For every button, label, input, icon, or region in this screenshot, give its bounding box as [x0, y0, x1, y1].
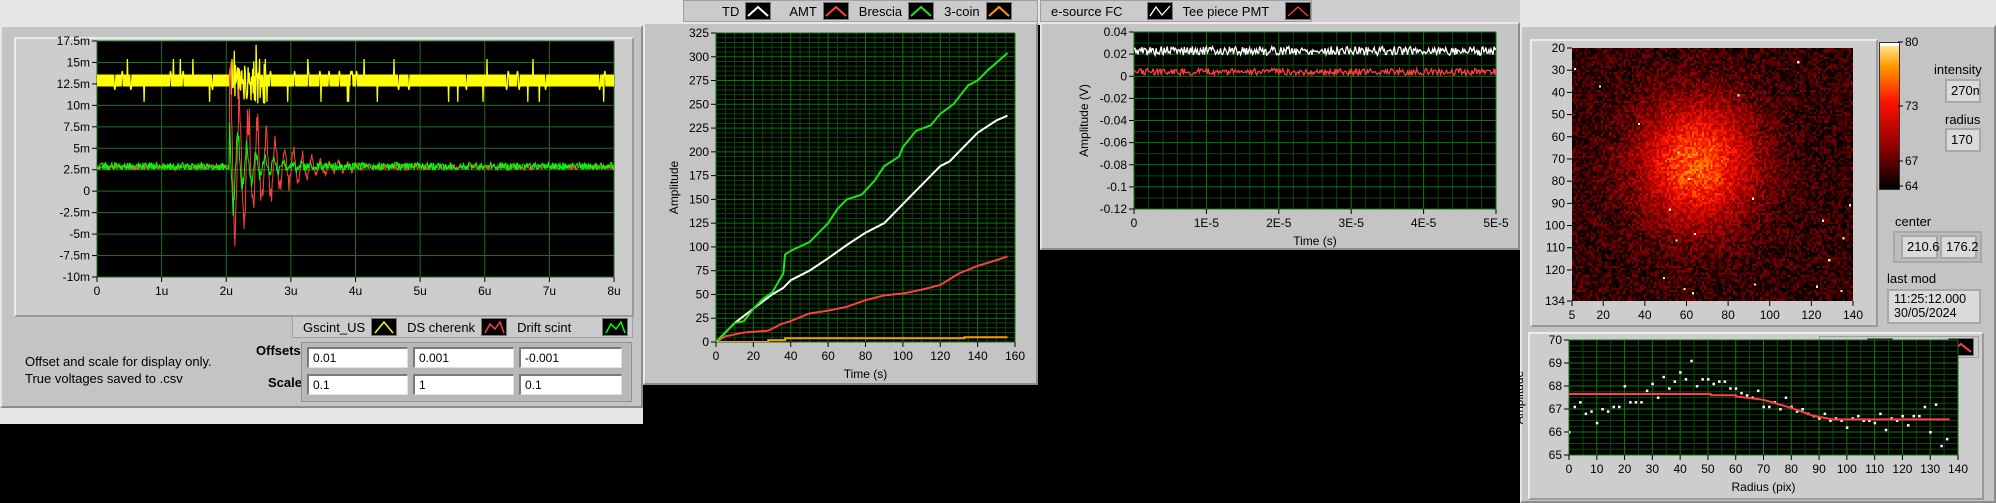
legend-swatch-red-icon[interactable] — [1948, 338, 1974, 356]
radius-indicator: 170 — [1945, 128, 1981, 152]
radius-label: radius — [1945, 112, 1981, 127]
waveform-legend[interactable]: Gscint_US DS cherenk Drift scint — [292, 316, 633, 338]
profile-legend[interactable]: Data Fit — [1819, 336, 1979, 358]
legend-swatch-points-icon[interactable] — [1867, 338, 1894, 356]
colorbar — [1879, 42, 1900, 190]
scope-panel — [1040, 22, 1520, 250]
waveform-graph-frame — [14, 37, 634, 317]
legend-label-data: Data — [1834, 339, 1862, 355]
legend-swatch-green-icon[interactable] — [602, 318, 628, 336]
legend-swatch-green-icon[interactable] — [908, 2, 935, 20]
legend-label-brescia: Brescia — [858, 3, 903, 19]
legend-label-tee-piece-pmt: Tee piece PMT — [1182, 3, 1270, 19]
legend-label-amt: AMT — [789, 3, 817, 19]
scale-input-drift-scint[interactable]: 0.1 — [519, 374, 622, 395]
counts-legend[interactable]: TD AMT Brescia 3-coin — [683, 0, 1038, 22]
legend-label-e-source-fc: e-source FC — [1051, 3, 1123, 19]
scale-input-ds-cherenk[interactable]: 1 — [413, 374, 514, 395]
legend-swatch-yellow-icon[interactable] — [371, 318, 398, 336]
offsets-label: Offsets — [256, 343, 301, 358]
offset-input-gscint[interactable]: 0.01 — [307, 347, 408, 368]
scale-input-gscint[interactable]: 0.1 — [307, 374, 408, 395]
legend-label-3-coin: 3-coin — [944, 3, 980, 19]
scope-legend[interactable]: e-source FC Tee piece PMT — [1040, 0, 1312, 22]
display-note-line2: True voltages saved to .csv — [25, 371, 183, 386]
scale-label: Scale — [268, 375, 302, 390]
center-x-indicator: 210.6 — [1901, 235, 1940, 259]
top-band-filler — [643, 0, 683, 22]
legend-label-fit: Fit — [1903, 339, 1918, 355]
counts-panel — [643, 22, 1038, 385]
legend-label-ds-cherenk: DS cherenk — [407, 319, 476, 335]
offset-input-drift-scint[interactable]: -0.001 — [519, 347, 622, 368]
top-band-filler — [1312, 0, 1520, 22]
legend-swatch-orange-icon[interactable] — [985, 2, 1012, 20]
legend-label-drift-scint: Drift scint — [517, 319, 572, 335]
beam-image-heatmap[interactable] — [1572, 48, 1853, 301]
legend-swatch-white-icon[interactable] — [1146, 2, 1173, 20]
legend-swatch-red-icon[interactable] — [481, 318, 508, 336]
panel-gap — [0, 408, 643, 424]
last-mod-time: 11:25:12.000 — [1894, 292, 1967, 306]
legend-label-td: TD — [722, 3, 740, 19]
legend-swatch-white-icon[interactable] — [745, 2, 772, 20]
intensity-label: intensity — [1934, 62, 1982, 77]
offset-input-ds-cherenk[interactable]: 0.001 — [413, 347, 514, 368]
legend-swatch-red-icon[interactable] — [1285, 2, 1312, 20]
center-label: center — [1895, 214, 1932, 229]
legend-swatch-red-icon[interactable] — [822, 2, 849, 20]
last-mod-indicator: 11:25:12.000 30/05/2024 — [1887, 289, 1981, 324]
intensity-indicator: 270m — [1945, 79, 1981, 103]
legend-label-gscint: Gscint_US — [303, 319, 366, 335]
last-mod-label: last mod — [1887, 271, 1937, 286]
last-mod-date: 30/05/2024 — [1894, 306, 1957, 320]
center-y-indicator: 176.2 — [1940, 235, 1979, 259]
display-note-line1: Offset and scale for display only. — [25, 354, 212, 369]
